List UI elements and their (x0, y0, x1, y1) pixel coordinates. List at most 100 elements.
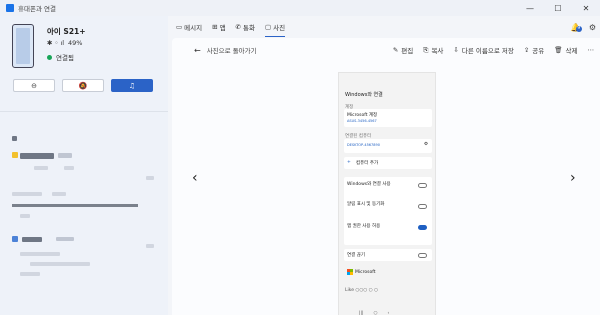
notification-progress-bar (12, 204, 138, 207)
do-not-disturb-button[interactable]: ⊖ (13, 79, 55, 92)
disconnect-card: 연결 끊기 (344, 249, 432, 261)
screenshot-header: Windows와 연결 (345, 92, 383, 98)
notification-text (64, 166, 74, 170)
notification-text (20, 272, 40, 276)
microsoft-logo-icon (347, 269, 353, 275)
add-pc-label: 컴퓨터 추가 (356, 161, 379, 166)
tab-apps[interactable]: ⊞ 앱 (212, 16, 225, 38)
notification-app-icon (12, 136, 17, 141)
download-icon: ⇩ (453, 46, 459, 54)
notifications-button[interactable]: 🔔 9 (571, 23, 582, 32)
microsoft-label: Microsoft (355, 270, 376, 275)
trash-icon: 🗑 (554, 46, 563, 54)
tab-calls[interactable]: ✆ 통화 (236, 16, 255, 38)
top-navigation: ▭ 메시지 ⊞ 앱 ✆ 통화 ▢ 사진 🔔 9 ⚙ (168, 16, 600, 38)
share-button[interactable]: ⇪ 공유 (524, 45, 544, 55)
notification-meta (58, 153, 72, 158)
copy-icon: ⎘ (423, 45, 429, 54)
photo-viewer: ← 사진으로 돌아가기 ✎ 편집 ⎘ 복사 ⇩ 다른 이름으로 저장 ⇪ 공유 🗑 삭제 … (172, 38, 600, 315)
app-logo-icon (6, 4, 14, 12)
notification-text (12, 192, 42, 196)
tab-label: 메시지 (184, 24, 203, 32)
tab-messages[interactable]: ▭ 메시지 (176, 16, 202, 38)
notification-text (20, 214, 30, 218)
back-arrow-icon[interactable]: ← (194, 46, 201, 55)
notification-meta (56, 237, 74, 241)
notification-title (20, 153, 54, 159)
photo-icon: ▢ (264, 23, 272, 31)
plus-icon: + (347, 160, 351, 165)
connected-dot-icon (47, 54, 52, 60)
previous-photo-button[interactable]: ‹ (192, 170, 198, 186)
notification-time (146, 176, 154, 180)
next-photo-button[interactable]: › (570, 170, 576, 186)
notification-title (22, 237, 42, 242)
notification-text (20, 252, 60, 256)
battery-level: 49% (68, 39, 83, 47)
screenshot-footer: Like ○○○ ○ ○ (345, 288, 378, 293)
option-label: Windows와 연결 사용 (347, 182, 391, 187)
back-to-photos-link[interactable]: 사진으로 돌아가기 (207, 45, 257, 55)
mute-button[interactable]: 🔕 (62, 79, 104, 92)
phone-card: 아이 S21+ ✱ ◦ ıl 49% 연결됨 ⊖ 🔕 ♫ (0, 16, 168, 112)
option-toggle (418, 225, 427, 230)
notification-text (52, 192, 66, 196)
tab-label: 사진 (273, 24, 286, 32)
phone-name: 아이 S21+ (47, 27, 86, 36)
close-button[interactable]: ✕ (572, 0, 600, 16)
tool-label: 다른 이름으로 저장 (461, 47, 514, 55)
android-nav-bar: ||| ○ ‹ (359, 311, 390, 315)
option-toggle (418, 183, 427, 188)
tool-label: 삭제 (565, 47, 578, 55)
media-button[interactable]: ♫ (111, 79, 153, 92)
pc-card: DESKTOP-4567890 ⚙ (344, 139, 432, 153)
connection-label: 연결됨 (56, 54, 74, 62)
notifications-list (0, 112, 168, 315)
account-card: Microsoft 계정 ASUS-3456-4567 (344, 109, 432, 127)
notification-text (34, 166, 48, 170)
top-right-icons: 🔔 9 ⚙ (571, 16, 596, 38)
maximize-button[interactable]: ☐ (544, 0, 572, 16)
pencil-icon: ✎ (392, 46, 399, 54)
account-email: ASUS-3456-4567 (347, 119, 377, 123)
options-card: Windows와 연결 사용 알림 표시 및 동기화 앱 권한 사용 허용 (344, 177, 432, 245)
option-label: 알림 표시 및 동기화 (347, 202, 385, 207)
apps-icon: ⊞ (212, 23, 218, 31)
app-title: 휴대폰과 연결 (18, 5, 56, 13)
save-as-button[interactable]: ⇩ 다른 이름으로 저장 (453, 45, 513, 55)
option-label: 앱 권한 사용 허용 (347, 224, 381, 229)
notification-count-badge: 9 (575, 25, 582, 32)
add-pc-card: + 컴퓨터 추가 (344, 157, 432, 169)
tool-label: 복사 (431, 47, 444, 55)
left-panel: 아이 S21+ ✱ ◦ ıl 49% 연결됨 ⊖ 🔕 ♫ (0, 16, 168, 315)
phone-image (12, 24, 34, 68)
disconnect-label: 연결 끊기 (347, 253, 365, 258)
phone-status: ✱ ◦ ıl 49% (47, 39, 82, 47)
share-icon: ⇪ (523, 46, 530, 54)
gear-icon[interactable]: ⚙ (589, 23, 596, 32)
tool-label: 공유 (532, 47, 545, 55)
tool-label: 편집 (401, 47, 414, 55)
tab-label: 통화 (243, 24, 255, 32)
notification-app-icon[interactable] (12, 152, 18, 158)
quick-actions: ⊖ 🔕 ♫ (13, 79, 153, 92)
tab-label: 앱 (219, 24, 226, 32)
phone-status-icons: ✱ ◦ ıl (47, 39, 65, 47)
title-bar: 휴대폰과 연결 — ☐ ✕ (0, 0, 600, 16)
pc-name: DESKTOP-4567890 (347, 143, 380, 147)
edit-button[interactable]: ✎ 편집 (393, 45, 413, 55)
viewer-toolbar: ← 사진으로 돌아가기 ✎ 편집 ⎘ 복사 ⇩ 다른 이름으로 저장 ⇪ 공유 🗑 삭제 … (172, 38, 600, 62)
account-name: Microsoft 계정 (347, 113, 378, 118)
option-toggle (418, 253, 427, 258)
message-icon: ▭ (176, 23, 183, 31)
tab-photos[interactable]: ▢ 사진 (264, 16, 286, 38)
more-options-button[interactable]: ⋯ (588, 46, 595, 54)
phone-icon: ✆ (235, 23, 241, 31)
delete-button[interactable]: 🗑 삭제 (554, 45, 577, 55)
connection-status: 연결됨 (47, 52, 74, 62)
copy-button[interactable]: ⎘ 복사 (423, 45, 444, 56)
notification-app-icon[interactable] (12, 236, 18, 242)
option-toggle (418, 204, 427, 209)
minimize-button[interactable]: — (516, 0, 544, 16)
gear-icon: ⚙ (423, 142, 428, 147)
